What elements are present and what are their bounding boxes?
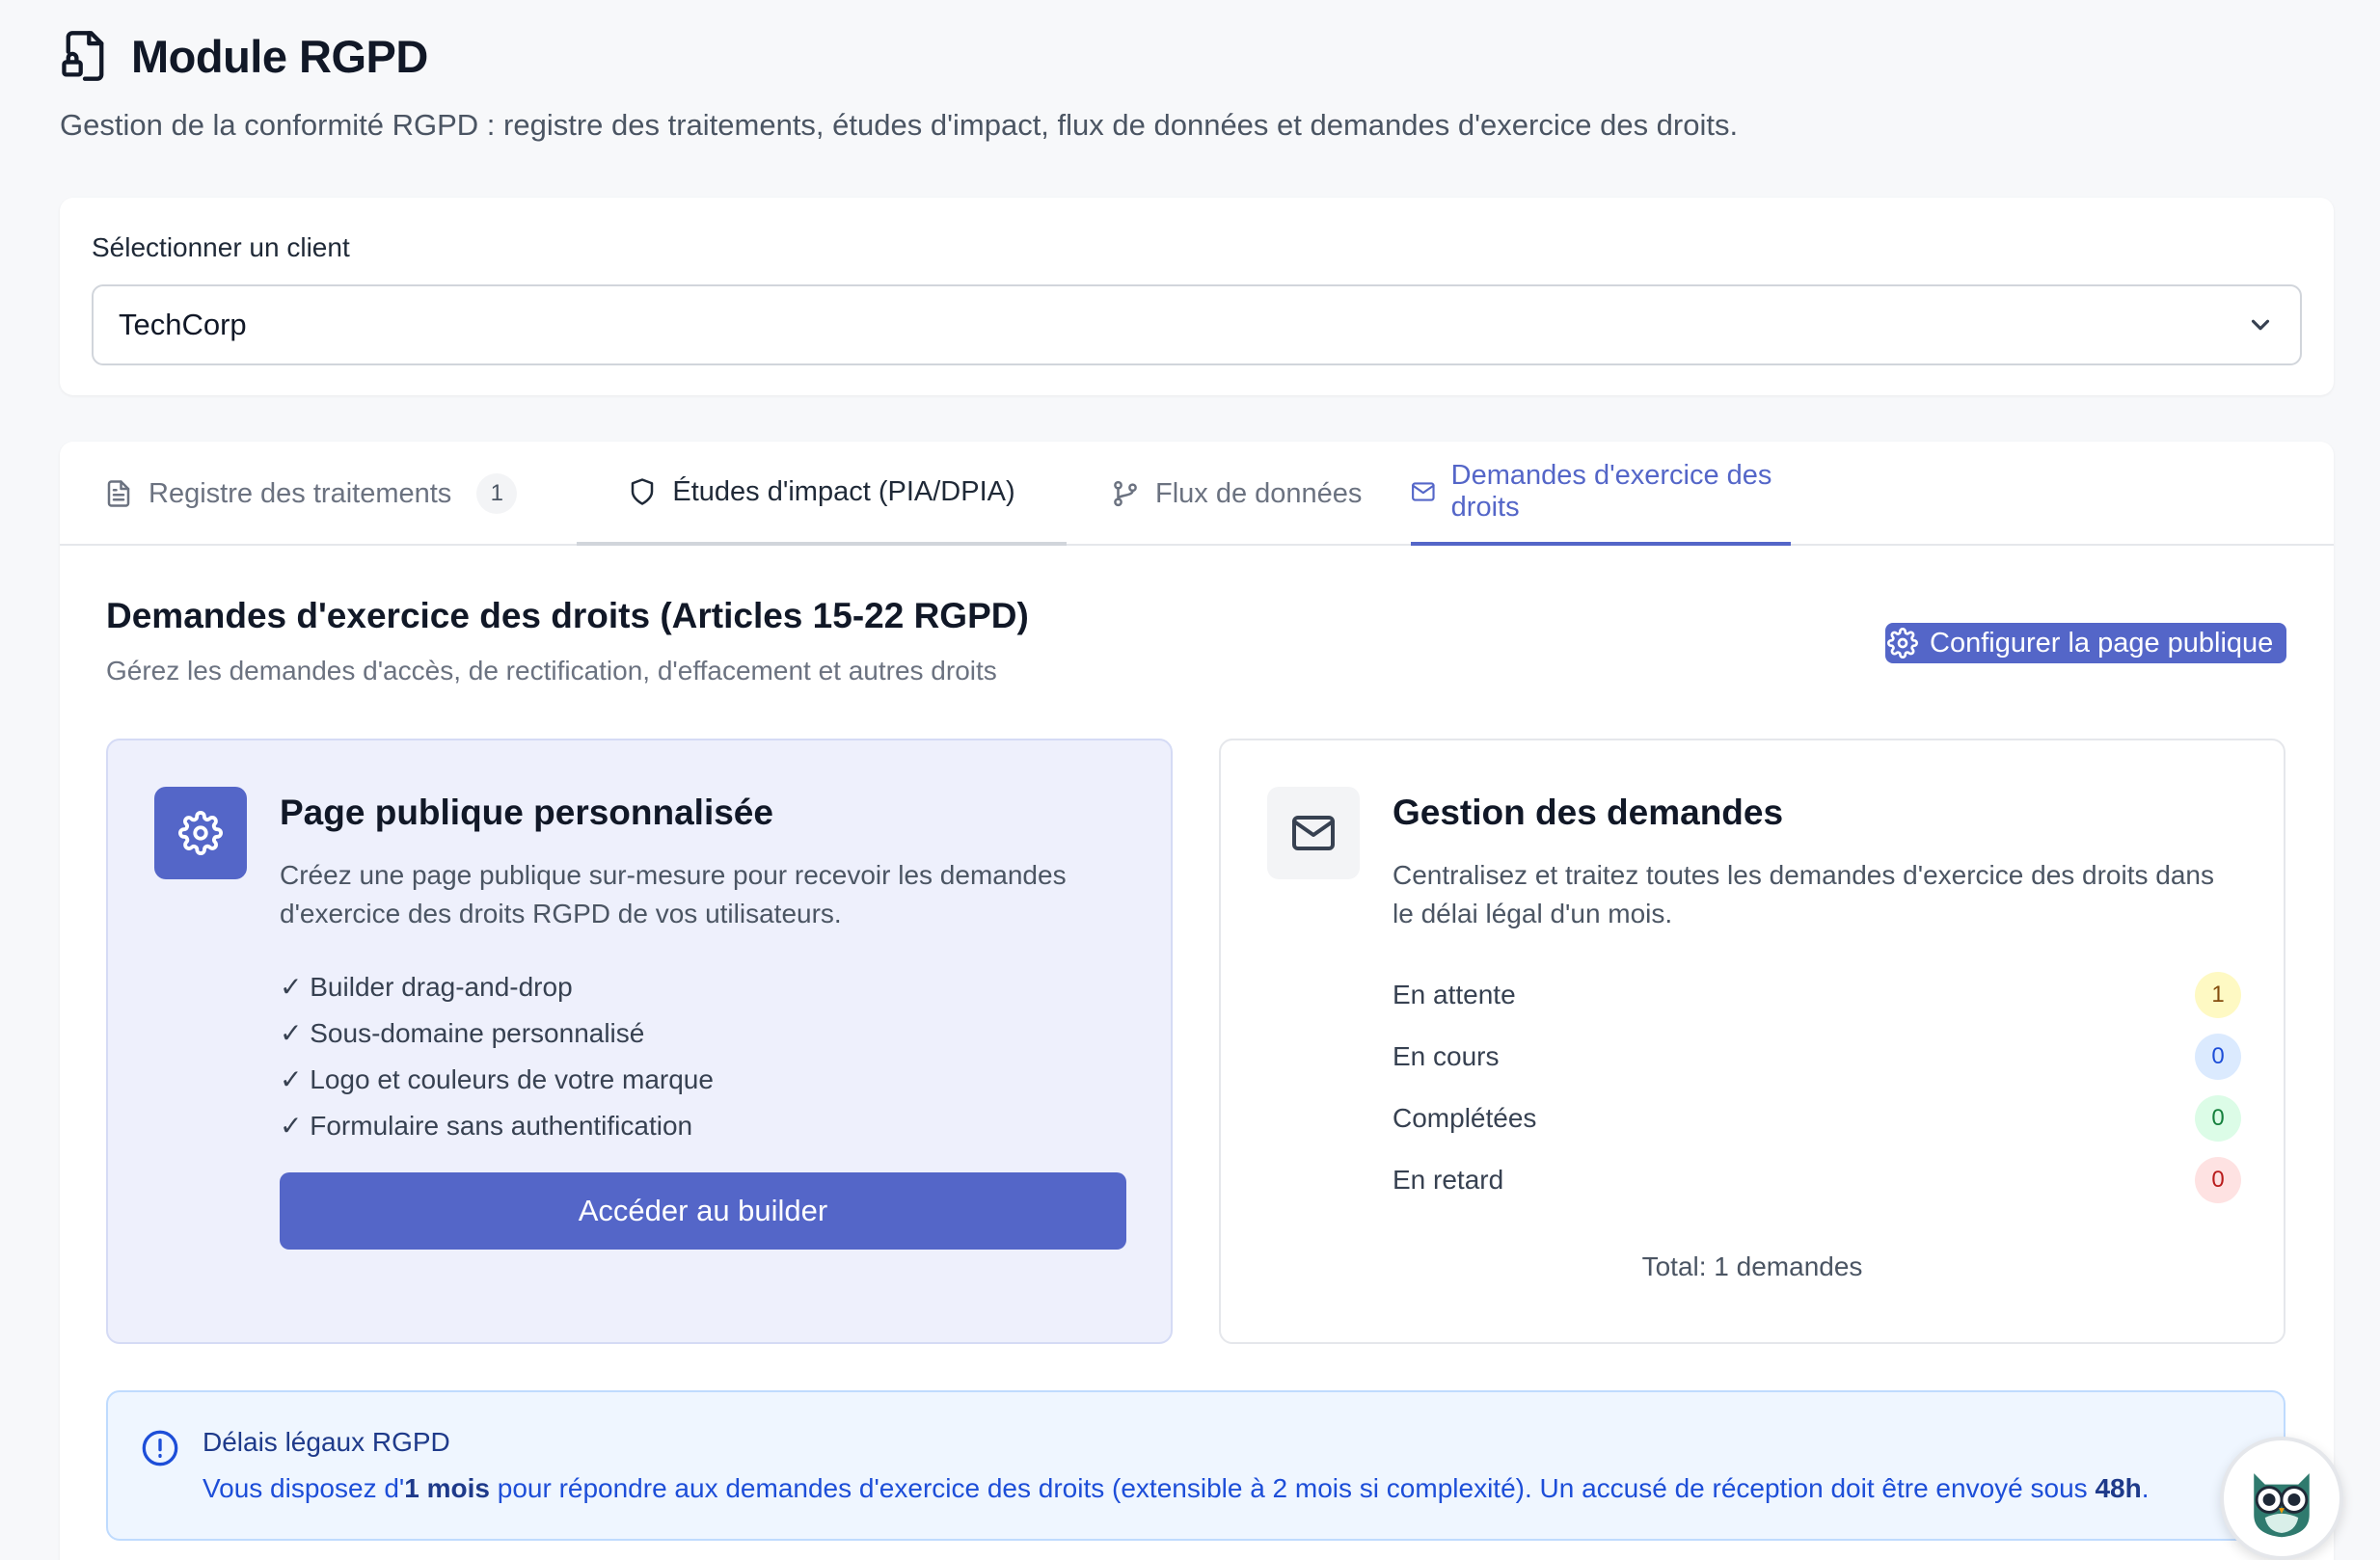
- client-selector-card: Sélectionner un client TechCorp: [60, 198, 2334, 395]
- tab-label: Demandes d'exercice des droits: [1450, 460, 1772, 523]
- tab-flux-donnees[interactable]: Flux de données: [1111, 442, 1362, 546]
- access-builder-button[interactable]: Accéder au builder: [280, 1172, 1126, 1250]
- gear-icon: [1887, 628, 1918, 659]
- document-icon: [107, 480, 130, 507]
- request-stats: En attente 1 En cours 0 Complétées 0 En …: [1393, 964, 2241, 1211]
- tab-bar: Registre des traitements 1 Études d'impa…: [60, 442, 2334, 546]
- stat-count-badge: 0: [2195, 1034, 2241, 1080]
- alert-title: Délais légaux RGPD: [203, 1427, 450, 1457]
- client-select-label: Sélectionner un client: [92, 232, 350, 262]
- requests-title: Gestion des demandes: [1393, 793, 1784, 832]
- feature-item: Formulaire sans authentification: [280, 1103, 714, 1149]
- public-page-description: Créez une page publique sur-mesure pour …: [280, 860, 1067, 928]
- count-badge: 1: [476, 473, 518, 514]
- stat-row-pending: En attente 1: [1393, 964, 2241, 1026]
- alert-circle-icon: [142, 1430, 178, 1466]
- stat-count-badge: 1: [2195, 972, 2241, 1018]
- requests-description: Centralisez et traitez toutes les demand…: [1393, 860, 2215, 928]
- stat-count-badge: 0: [2195, 1157, 2241, 1203]
- stat-label: En cours: [1393, 1041, 1500, 1071]
- alert-text: Vous disposez d'1 mois pour répondre aux…: [203, 1473, 2149, 1504]
- mail-icon: [1292, 816, 1335, 850]
- stat-row-in-progress: En cours 0: [1393, 1026, 2241, 1088]
- rgpd-main-card: Registre des traitements 1 Études d'impa…: [60, 442, 2334, 1560]
- client-select-value: TechCorp: [119, 308, 247, 341]
- feature-item: Logo et couleurs de votre marque: [280, 1057, 714, 1103]
- chevron-down-icon: [2251, 319, 2270, 331]
- public-page-icon-tile: [154, 787, 247, 879]
- section-title: Demandes d'exercice des droits (Articles…: [106, 596, 1029, 635]
- stat-count-badge: 0: [2195, 1095, 2241, 1142]
- stat-label: En retard: [1393, 1165, 1504, 1195]
- alert-text-part: .: [2141, 1473, 2150, 1503]
- feature-item: Sous-domaine personnalisé: [280, 1010, 714, 1057]
- tab-registre[interactable]: Registre des traitements 1: [104, 442, 518, 546]
- stat-label: Complétées: [1393, 1103, 1537, 1133]
- public-page-title: Page publique personnalisée: [280, 793, 773, 832]
- tab-etudes-impact[interactable]: Études d'impact (PIA/DPIA): [577, 442, 1067, 546]
- stat-row-completed: Complétées 0: [1393, 1088, 2241, 1149]
- shield-icon: [632, 478, 654, 505]
- alert-text-part: pour répondre aux demandes d'exercice de…: [489, 1473, 2096, 1503]
- owl-icon: [2254, 1473, 2310, 1538]
- requests-total: Total: 1 demandes: [1641, 1251, 1863, 1281]
- assistant-owl-button[interactable]: [2220, 1437, 2343, 1560]
- alert-text-bold: 48h: [2095, 1473, 2142, 1503]
- alert-text-part: Vous disposez d': [203, 1473, 405, 1503]
- section-description: Gérez les demandes d'accès, de rectifica…: [106, 656, 997, 686]
- configure-public-page-button[interactable]: Configurer la page publique: [1885, 623, 2286, 663]
- feature-list: Builder drag-and-drop Sous-domaine perso…: [280, 964, 714, 1149]
- stat-row-late: En retard 0: [1393, 1149, 2241, 1211]
- requests-icon-tile: [1267, 787, 1360, 879]
- tab-label: Registre des traitements: [149, 477, 452, 509]
- page-subtitle: Gestion de la conformité RGPD : registre…: [60, 108, 1739, 142]
- mail-icon: [1412, 482, 1435, 501]
- page-header: Module RGPD Gestion de la conformité RGP…: [60, 29, 1738, 143]
- client-select[interactable]: TechCorp: [92, 284, 2302, 365]
- tab-label: Études d'impact (PIA/DPIA): [672, 475, 1015, 507]
- tab-demandes-droits[interactable]: Demandes d'exercice des droits: [1411, 442, 1791, 546]
- title-row: Module RGPD: [60, 29, 1738, 83]
- requests-management-card: Gestion des demandes Centralisez et trai…: [1219, 739, 2285, 1344]
- alert-text-bold: 1 mois: [404, 1473, 490, 1503]
- git-branch-icon: [1114, 480, 1137, 507]
- public-page-card: Page publique personnalisée Créez une pa…: [106, 739, 1173, 1344]
- page-title: Module RGPD: [131, 30, 428, 82]
- stat-label: En attente: [1393, 980, 1516, 1009]
- tab-label: Flux de données: [1155, 477, 1363, 509]
- configure-button-label: Configurer la page publique: [1930, 627, 2274, 659]
- file-lock-icon: [62, 31, 104, 81]
- feature-item: Builder drag-and-drop: [280, 964, 714, 1010]
- gear-icon: [178, 811, 223, 855]
- legal-deadlines-alert: Délais légaux RGPD Vous disposez d'1 moi…: [106, 1390, 2285, 1541]
